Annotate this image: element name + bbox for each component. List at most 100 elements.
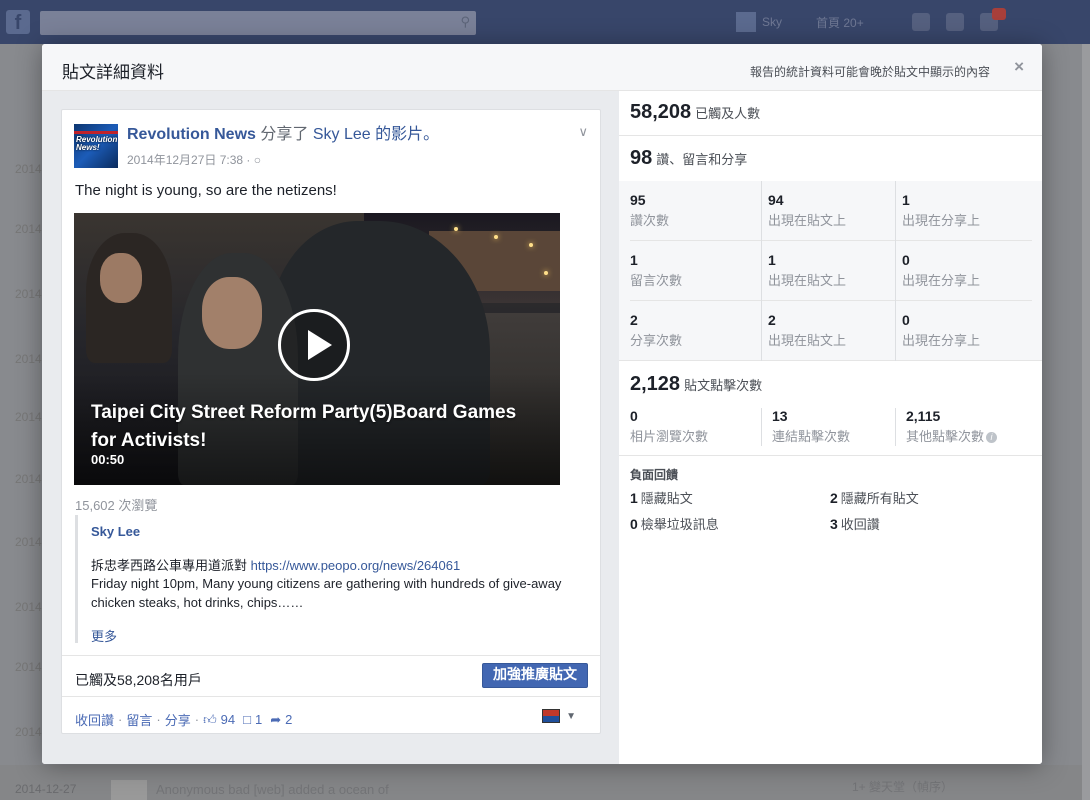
stat-number: 0: [902, 312, 910, 328]
negative-stat: 0 檢舉垃圾訊息: [630, 514, 719, 533]
search-icon[interactable]: ⚲: [460, 14, 470, 30]
bg-date: 2014: [15, 472, 42, 486]
shared-user-link[interactable]: Sky Lee: [313, 126, 371, 143]
notification-badge: [992, 8, 1006, 20]
bg-date: 2014: [15, 222, 42, 236]
negative-stat: 3 收回讚: [830, 514, 880, 533]
clicks-label: 貼文點擊次數: [684, 378, 763, 393]
share-link[interactable]: 分享: [165, 710, 191, 729]
stat-number: 3: [830, 516, 838, 532]
stat-label: 隱藏所有貼文: [840, 491, 919, 506]
video-face: [202, 277, 262, 349]
caret-down-icon: ▼: [566, 710, 576, 722]
chevron-down-icon[interactable]: ∨: [578, 124, 588, 140]
post-timestamp[interactable]: 2014年12月27日 7:38 ·: [127, 153, 254, 167]
video-light: [529, 243, 533, 247]
engagement-label: 讚、留言和分享: [656, 152, 748, 167]
stat-label: 出現在分享上: [902, 273, 981, 288]
page-name-link[interactable]: Revolution News: [127, 126, 256, 143]
video-duration: 00:50: [91, 452, 125, 467]
quote-url-link[interactable]: https://www.peopo.org/news/264061: [251, 558, 461, 573]
close-icon[interactable]: ×: [1014, 57, 1024, 77]
facebook-logo[interactable]: f: [6, 10, 30, 34]
video-player[interactable]: Taipei City Street Reform Party(5)Board …: [74, 213, 560, 485]
shared-prefix: 分享了: [260, 126, 309, 143]
reach-row: 已觸及58,208名用戶 加強推廣貼文: [62, 655, 600, 697]
avatar: [736, 12, 756, 32]
share-count[interactable]: 2: [285, 712, 292, 727]
negative-feedback-title: 負面回饋: [630, 468, 679, 482]
messages-icon[interactable]: [946, 13, 964, 31]
facebook-top-bar: f ⚲ Sky 首頁 20+: [0, 0, 1090, 44]
bg-date: 2014: [15, 535, 42, 549]
negative-stat: 2 隱藏所有貼文: [830, 488, 919, 507]
info-icon[interactable]: i: [986, 432, 998, 443]
dialog-title: 貼文詳細資料: [62, 63, 164, 82]
shared-suffix[interactable]: 的影片。: [375, 126, 439, 143]
see-more-link[interactable]: 更多: [91, 626, 117, 645]
stat-number: 1: [630, 490, 638, 506]
boost-post-button[interactable]: 加強推廣貼文: [482, 663, 588, 688]
separator: ·: [194, 712, 200, 727]
quote-author-link[interactable]: Sky Lee: [91, 524, 140, 539]
negative-stat: 1 隱藏貼文: [630, 488, 693, 507]
post-as-selector[interactable]: ▼: [542, 709, 576, 723]
video-face: [100, 253, 142, 303]
stat-label: 出現在貼文上: [768, 273, 847, 288]
globe-icon: ○: [253, 153, 261, 167]
thumbs-up-icon[interactable]: 👍︎: [203, 712, 217, 728]
post-meta: 2014年12月27日 7:38 · ○: [127, 151, 261, 168]
post-clicks-stat: 2,128 貼文點擊次數 0 相片瀏覽次數 13 連結點擊次數 2,115 其他點擊次數…: [619, 361, 1042, 456]
engagement-stat: 98 讚、留言和分享: [619, 136, 1042, 181]
stat-label: 相片瀏覽次數: [630, 429, 709, 444]
stat-label: 出現在分享上: [902, 333, 981, 348]
quote-body: Friday night 10pm, Many young citizens a…: [91, 576, 562, 610]
comment-icon[interactable]: □: [243, 712, 251, 727]
bg-date: 2014: [15, 660, 42, 674]
bg-row-right: 1+ 變天堂（幀序）: [852, 780, 954, 794]
dialog-header: 貼文詳細資料 報告的統計資料可能會晚於貼文中顯示的內容 ×: [42, 44, 1042, 91]
stat-number: 94: [768, 192, 784, 208]
stat-label: 分享次數: [630, 333, 683, 348]
page-avatar[interactable]: Revolution News!: [74, 124, 118, 168]
comment-count[interactable]: 1: [255, 712, 262, 727]
stat-cell: 2,115 其他點擊次數 i: [895, 408, 1032, 446]
stat-number: 0: [902, 252, 910, 268]
post-preview-pane: ∨ Revolution News! Revolution News 分享了 S…: [42, 91, 619, 764]
share-icon[interactable]: ➦: [270, 712, 281, 728]
stat-label: 出現在貼文上: [768, 213, 847, 228]
stat-number: 95: [630, 192, 646, 208]
reach-number: 58,208: [630, 101, 692, 123]
video-light: [544, 271, 548, 275]
separator: ·: [156, 712, 161, 727]
reach-label: 已觸及人數: [695, 106, 761, 121]
dialog-body: ∨ Revolution News! Revolution News 分享了 S…: [42, 91, 1042, 764]
home-link[interactable]: 首頁 20+: [816, 14, 864, 31]
avatar-text: Revolution News!: [76, 135, 118, 152]
stat-label: 出現在分享上: [902, 213, 981, 228]
comment-link[interactable]: 留言: [126, 710, 152, 729]
page-scrollbar[interactable]: [1082, 44, 1090, 800]
stat-number: 0: [630, 516, 638, 532]
stat-label: 讚次數: [630, 213, 670, 228]
view-count: 15,602 次瀏覽: [75, 498, 158, 513]
stat-cell: 2 出現在貼文上: [761, 301, 895, 361]
shared-post-quote: Sky Lee 拆忠孝西路公車專用道派對 https://www.peopo.o…: [75, 515, 585, 645]
stat-number: 1: [768, 252, 776, 268]
friend-requests-icon[interactable]: [912, 13, 930, 31]
stat-number: 1: [902, 192, 910, 208]
quote-text: 拆忠孝西路公車專用道派對: [91, 558, 251, 573]
bg-row-thumbnail: [111, 780, 147, 800]
like-count[interactable]: 94: [221, 712, 235, 727]
profile-link[interactable]: Sky: [736, 12, 782, 32]
play-icon[interactable]: [278, 309, 350, 381]
bg-date: 2014: [15, 725, 42, 739]
stat-number: 2: [630, 312, 638, 328]
unlike-link[interactable]: 收回讚: [75, 710, 114, 729]
stat-label: 留言次數: [630, 273, 683, 288]
video-light: [454, 227, 458, 231]
stat-cell: 95 讚次數: [630, 181, 760, 241]
engagement-breakdown: 95 讚次數 94 出現在貼文上 1 出現在分享上 1 留言次數 1 出現在貼文上 0 出現…: [619, 181, 1042, 361]
quote-line: 拆忠孝西路公車專用道派對 https://www.peopo.org/news/…: [91, 555, 460, 574]
search-bar[interactable]: ⚲: [40, 11, 476, 35]
